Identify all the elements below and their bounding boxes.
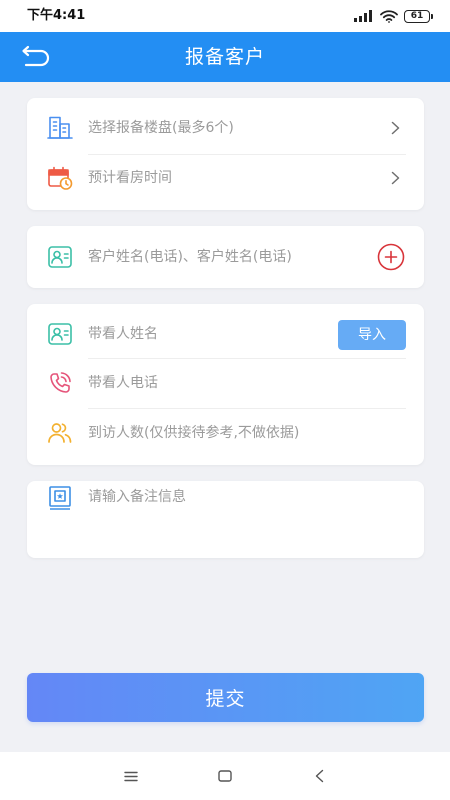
- page-title: 报备客户: [184, 46, 265, 68]
- battery-icon: 61: [404, 9, 433, 23]
- project-card: 选择报备楼盘(最多6个) 预计看房时间: [27, 98, 424, 210]
- wifi-icon: [380, 9, 398, 23]
- project-picker[interactable]: 选择报备楼盘(最多6个): [27, 98, 424, 158]
- status-time: 下午4:41: [27, 8, 86, 23]
- note-icon: [49, 486, 71, 510]
- nav-menu-button[interactable]: [116, 761, 146, 791]
- status-icons: 61: [354, 9, 433, 23]
- chevron-right-icon: [391, 171, 400, 185]
- system-nav-bar: [0, 752, 450, 800]
- phone-waves-icon: [50, 372, 71, 393]
- add-customer-button[interactable]: [377, 243, 405, 271]
- project-picker-label: 选择报备楼盘(最多6个): [88, 120, 234, 136]
- header-bar: 报备客户: [0, 32, 450, 82]
- visit-time-picker[interactable]: 预计看房时间: [27, 154, 424, 202]
- status-bar: 下午4:41 61: [0, 0, 450, 32]
- guide-name-row: 导入: [27, 304, 424, 364]
- guide-phone-row: [27, 358, 424, 408]
- visitor-count-row: [27, 408, 424, 458]
- remark-card: [27, 481, 424, 558]
- visit-time-label: 预计看房时间: [88, 170, 172, 186]
- remark-textarea[interactable]: [88, 488, 406, 550]
- add-circle-icon: [377, 243, 405, 271]
- building-icon: [47, 116, 73, 139]
- chevron-right-icon: [391, 121, 400, 135]
- nav-back-button[interactable]: [304, 761, 334, 791]
- signal-icon: [354, 10, 372, 22]
- guide-name-input[interactable]: [88, 322, 328, 346]
- back-chevron-icon: [315, 769, 323, 783]
- back-arrow-icon: [22, 45, 50, 67]
- guide-phone-input[interactable]: [88, 371, 388, 395]
- home-square-icon: [218, 770, 232, 782]
- customer-row: [27, 226, 424, 288]
- guide-card: 导入: [27, 304, 424, 465]
- customer-input[interactable]: [88, 245, 378, 269]
- visitor-count-input[interactable]: [88, 421, 398, 445]
- back-button[interactable]: [18, 45, 50, 69]
- nav-home-button[interactable]: [210, 761, 240, 791]
- menu-icon: [124, 771, 138, 781]
- people-icon: [48, 423, 72, 443]
- contact-card-icon: [48, 323, 72, 345]
- battery-level: 61: [410, 10, 424, 21]
- contact-card-icon: [48, 246, 72, 268]
- import-button[interactable]: 导入: [338, 320, 406, 350]
- customer-card: [27, 226, 424, 288]
- submit-button[interactable]: 提交: [27, 673, 424, 722]
- calendar-clock-icon: [48, 166, 73, 190]
